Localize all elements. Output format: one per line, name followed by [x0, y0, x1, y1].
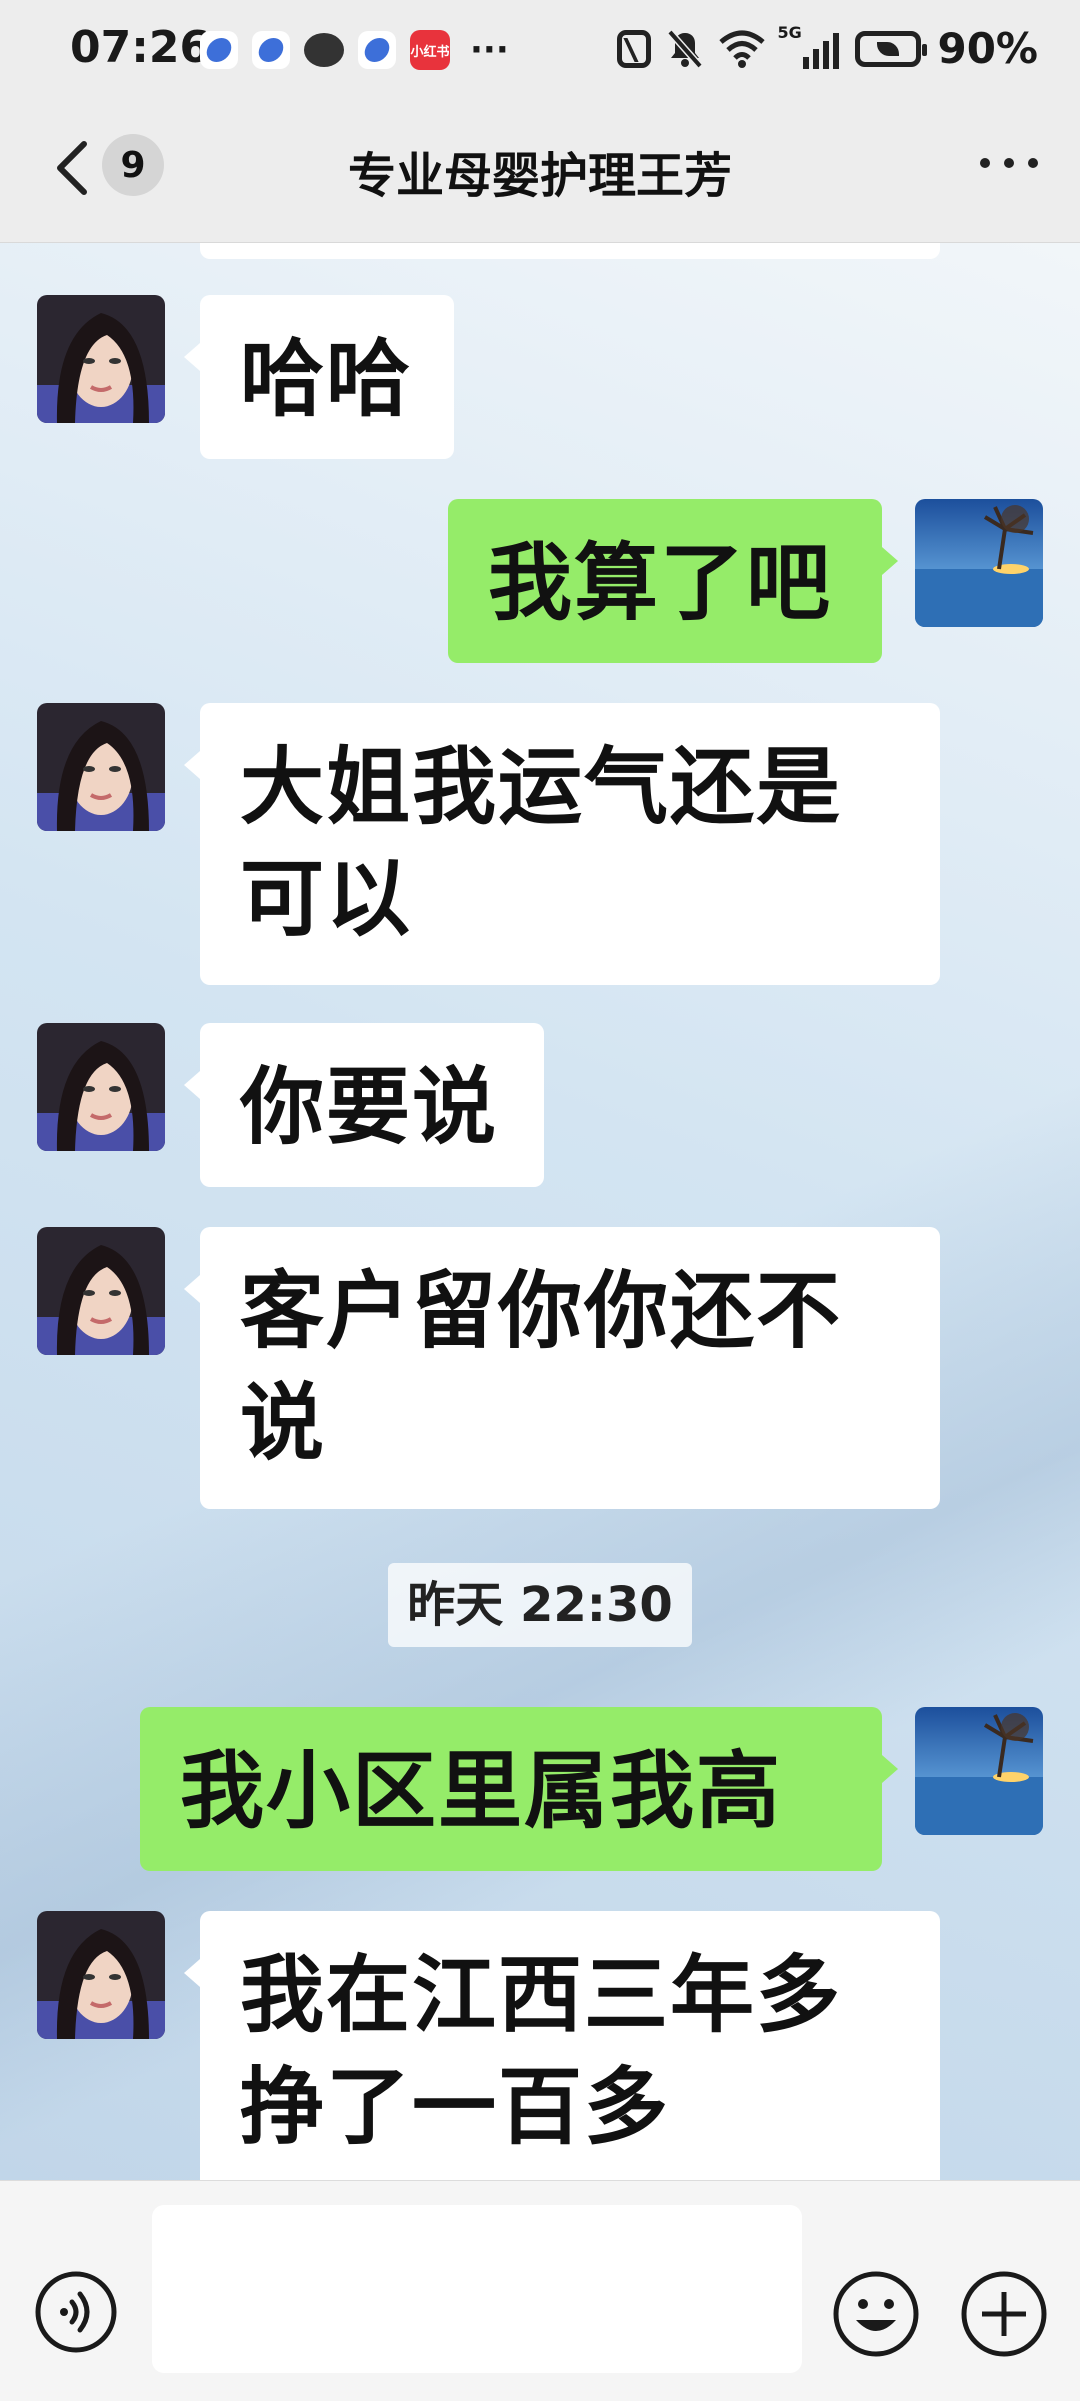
incoming-message[interactable]: 我在江西三年多 挣了一百多 — [184, 1911, 940, 2180]
incoming-message[interactable]: 大姐我运气还是 可以 — [184, 703, 940, 985]
message-input[interactable] — [152, 2205, 802, 2373]
previous-message-bubble — [200, 243, 940, 259]
status-time: 07:26 — [70, 22, 211, 73]
contact-avatar[interactable] — [37, 703, 165, 831]
cellular-signal-icon: 5G — [777, 23, 840, 69]
contact-avatar[interactable] — [37, 1911, 165, 2039]
outgoing-message[interactable]: 我小区里属我高 — [140, 1707, 898, 1871]
message-timestamp: 昨天 22:30 — [388, 1563, 692, 1647]
chat-header: 9 专业母婴护理王芳 — [0, 100, 1080, 243]
contact-avatar[interactable] — [37, 1227, 165, 1355]
my-avatar[interactable] — [915, 499, 1043, 627]
chat-title: 专业母婴护理王芳 — [347, 148, 732, 204]
my-avatar[interactable] — [915, 1707, 1043, 1835]
message-text-line: 挣了一百多 — [240, 2058, 671, 2156]
message-text: 我小区里属我高 — [180, 1742, 783, 1840]
incoming-message[interactable]: 客户留你你还不 说 — [184, 1227, 940, 1509]
contact-avatar[interactable] — [37, 1023, 165, 1151]
mute-bell-icon — [667, 29, 704, 68]
contact-avatar[interactable] — [37, 295, 165, 423]
xiaohongshu-notification-icon: 小红书 — [410, 30, 450, 70]
outgoing-message[interactable]: 我算了吧 — [448, 499, 898, 663]
notification-icons: 小红书 ··· — [200, 30, 509, 70]
app-notification-icon — [358, 31, 396, 69]
plus-icon[interactable] — [960, 2270, 1048, 2358]
wifi-icon — [719, 30, 766, 68]
message-text-line: 说 — [240, 1374, 327, 1472]
message-text: 我算了吧 — [488, 534, 833, 632]
system-icons: 5G 90% — [617, 23, 1038, 73]
status-bar: 07:26 小红书 ··· 5G 90% — [0, 0, 1080, 100]
more-notifications-icon: ··· — [470, 30, 509, 70]
battery-icon — [855, 30, 928, 67]
message-notification-icon — [304, 33, 344, 67]
message-text-line: 大姐我运气还是 — [240, 738, 843, 836]
message-text: 哈哈 — [240, 330, 413, 428]
incoming-message[interactable]: 哈哈 — [184, 295, 454, 459]
emoji-icon[interactable] — [832, 2270, 920, 2358]
app-notification-icon — [200, 31, 238, 69]
incoming-message[interactable]: 你要说 — [184, 1023, 544, 1187]
message-text: 你要说 — [240, 1058, 499, 1156]
battery-percent: 90% — [937, 24, 1038, 73]
more-icon[interactable] — [980, 158, 1038, 168]
nfc-icon — [617, 29, 652, 68]
network-type-label: 5G — [777, 22, 802, 42]
chat-message-list[interactable]: 哈哈 我算了吧 大姐我运气还是 可以 你要说 客户留你你还不 说 昨天 22:3… — [0, 243, 1080, 2180]
message-text-line: 客户留你你还不 — [240, 1262, 843, 1360]
app-notification-icon — [252, 31, 290, 69]
voice-icon[interactable] — [34, 2270, 118, 2354]
message-text-line: 我在江西三年多 — [240, 1946, 843, 2044]
message-text-line: 可以 — [240, 850, 413, 948]
